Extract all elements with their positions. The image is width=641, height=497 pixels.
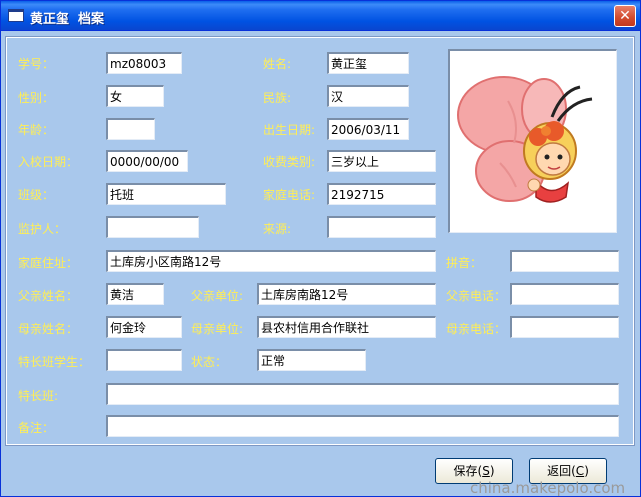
status-field[interactable] bbox=[257, 349, 366, 371]
window-icon bbox=[8, 9, 24, 22]
window-title: 黄正玺 档案 bbox=[30, 12, 105, 27]
special-student-field[interactable] bbox=[106, 349, 182, 371]
source-label: 来源: bbox=[263, 222, 292, 236]
butterfly-fairy-image bbox=[457, 76, 593, 203]
mother-phone-label: 母亲电话： bbox=[446, 322, 507, 336]
back-button-hotkey: C bbox=[575, 464, 585, 478]
pinyin-label: 拼音： bbox=[446, 256, 483, 270]
enroll-date-label: 入校日期： bbox=[18, 155, 79, 169]
class-label: 班级： bbox=[18, 188, 55, 202]
home-phone-label: 家庭电话: bbox=[263, 188, 316, 202]
save-button-text: 保存( bbox=[453, 464, 483, 478]
father-phone-label: 父亲电话： bbox=[446, 289, 507, 303]
remarks-field[interactable] bbox=[106, 415, 619, 437]
guardian-label: 监护人： bbox=[18, 222, 67, 236]
class-field[interactable] bbox=[106, 183, 226, 205]
guardian-field[interactable] bbox=[106, 216, 199, 238]
save-button-end: ) bbox=[489, 464, 495, 478]
source-field[interactable] bbox=[327, 216, 436, 238]
student-id-label: 学号： bbox=[18, 57, 55, 71]
pinyin-field[interactable] bbox=[510, 250, 619, 272]
back-button-end: ) bbox=[584, 464, 589, 478]
birth-date-label: 出生日期: bbox=[263, 123, 316, 137]
title-bar[interactable]: 黄正玺 档案 ✕ bbox=[1, 1, 640, 31]
address-label: 家庭住址： bbox=[18, 256, 79, 270]
gender-field[interactable] bbox=[106, 85, 164, 107]
ethnicity-label: 民族: bbox=[263, 91, 292, 105]
enroll-date-field[interactable] bbox=[106, 150, 188, 172]
close-button[interactable]: ✕ bbox=[614, 5, 636, 27]
age-field[interactable] bbox=[106, 118, 155, 140]
student-photo bbox=[448, 49, 617, 233]
father-work-label: 父亲单位: bbox=[191, 289, 244, 303]
ethnicity-field[interactable] bbox=[327, 85, 409, 107]
mother-work-label: 母亲单位: bbox=[191, 322, 244, 336]
save-button-hotkey: S bbox=[482, 464, 490, 478]
birth-date-field[interactable] bbox=[327, 118, 409, 140]
father-name-label: 父亲姓名： bbox=[18, 289, 79, 303]
age-label: 年龄： bbox=[18, 123, 55, 137]
student-id-field[interactable] bbox=[106, 52, 182, 74]
father-name-field[interactable] bbox=[106, 283, 164, 305]
fee-category-label: 收费类别: bbox=[263, 155, 316, 169]
father-phone-field[interactable] bbox=[510, 283, 619, 305]
mother-name-label: 母亲姓名： bbox=[18, 322, 79, 336]
address-field[interactable] bbox=[106, 250, 436, 272]
status-label: 状态： bbox=[191, 355, 228, 369]
back-button-text: 返回( bbox=[547, 464, 576, 478]
remarks-label: 备注： bbox=[18, 421, 55, 435]
special-student-label: 特长班学生： bbox=[18, 355, 91, 369]
fee-category-field[interactable] bbox=[327, 150, 436, 172]
name-label: 姓名: bbox=[263, 57, 292, 71]
mother-work-field[interactable] bbox=[257, 316, 436, 338]
father-work-field[interactable] bbox=[257, 283, 436, 305]
home-phone-field[interactable] bbox=[327, 183, 436, 205]
gender-label: 性别： bbox=[18, 91, 55, 105]
special-class-field[interactable] bbox=[106, 383, 619, 405]
name-field[interactable] bbox=[327, 52, 409, 74]
special-class-label: 特长班: bbox=[18, 389, 59, 403]
mother-phone-field[interactable] bbox=[510, 316, 619, 338]
mother-name-field[interactable] bbox=[106, 316, 182, 338]
profile-window: 黄正玺 档案 ✕ 学号： 姓名: 性别： 民族: 年龄： 出生日期: 入校日期：… bbox=[0, 0, 641, 497]
watermark: china.makepolo.com bbox=[470, 479, 626, 497]
